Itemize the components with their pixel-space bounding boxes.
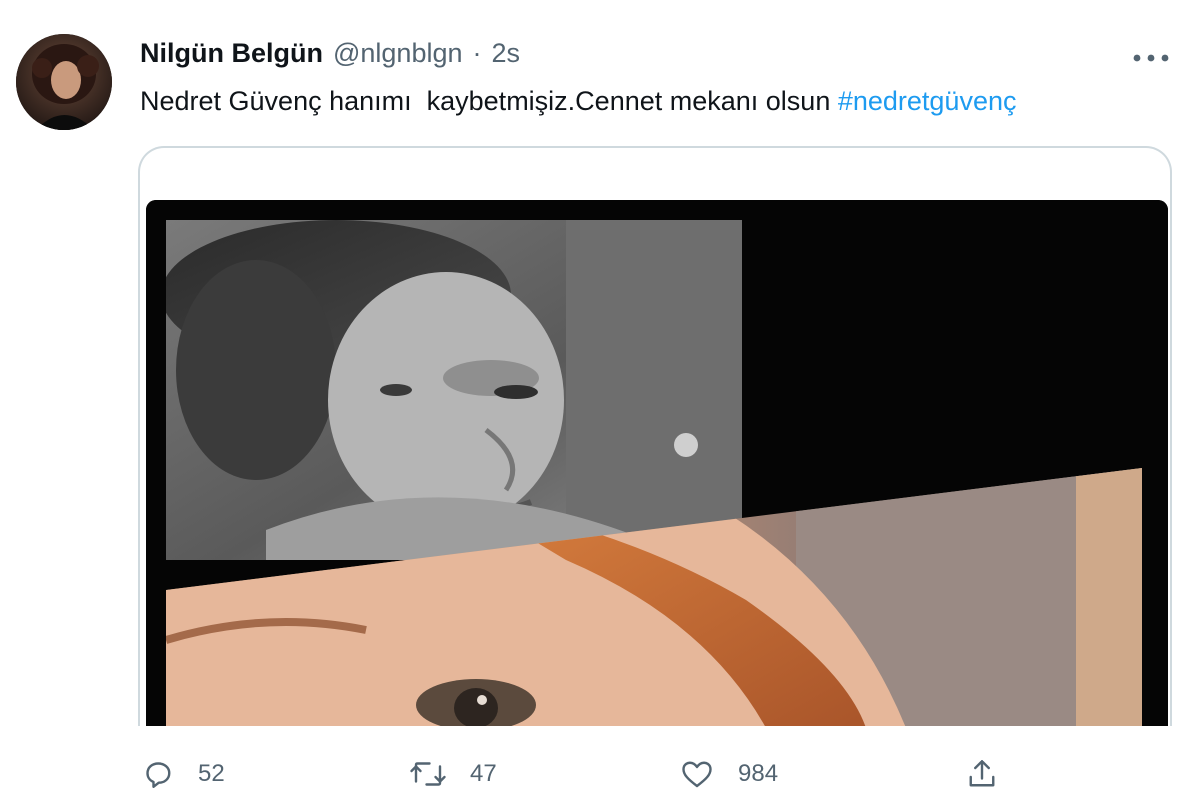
timestamp[interactable]: 2s — [492, 38, 521, 69]
share-icon — [969, 760, 995, 787]
tweet-header: Nilgün Belgün @nlgnblgn · 2s — [140, 38, 520, 69]
more-options-button[interactable] — [1126, 40, 1176, 76]
more-horizontal-icon — [1133, 54, 1169, 62]
share-button[interactable] — [964, 752, 1000, 796]
user-handle[interactable]: @nlgnblgn — [333, 38, 463, 69]
avatar-photo — [16, 34, 112, 130]
separator-dot: · — [472, 38, 482, 68]
like-count: 984 — [738, 760, 779, 787]
reply-count: 52 — [198, 760, 225, 787]
retweet-icon — [410, 762, 446, 786]
like-button[interactable]: 984 — [678, 752, 778, 796]
tweet-body: Nedret Güvenç hanımı kaybetmişiz.Cennet … — [140, 86, 838, 116]
tweet-text: Nedret Güvenç hanımı kaybetmişiz.Cennet … — [140, 86, 1016, 117]
retweet-button[interactable]: 47 — [408, 752, 497, 796]
display-name[interactable]: Nilgün Belgün — [140, 38, 323, 69]
tweet-actions: 52 47 984 — [0, 752, 1200, 796]
photo-collage — [146, 200, 1168, 726]
reply-icon — [146, 762, 171, 788]
avatar[interactable] — [16, 34, 112, 130]
like-icon — [682, 761, 712, 788]
hashtag-link[interactable]: #nedretgüvenç — [838, 86, 1017, 116]
media-card[interactable] — [138, 146, 1172, 726]
retweet-count: 47 — [470, 760, 497, 787]
tweet-media-image[interactable] — [146, 200, 1168, 726]
reply-button[interactable]: 52 — [140, 752, 225, 796]
